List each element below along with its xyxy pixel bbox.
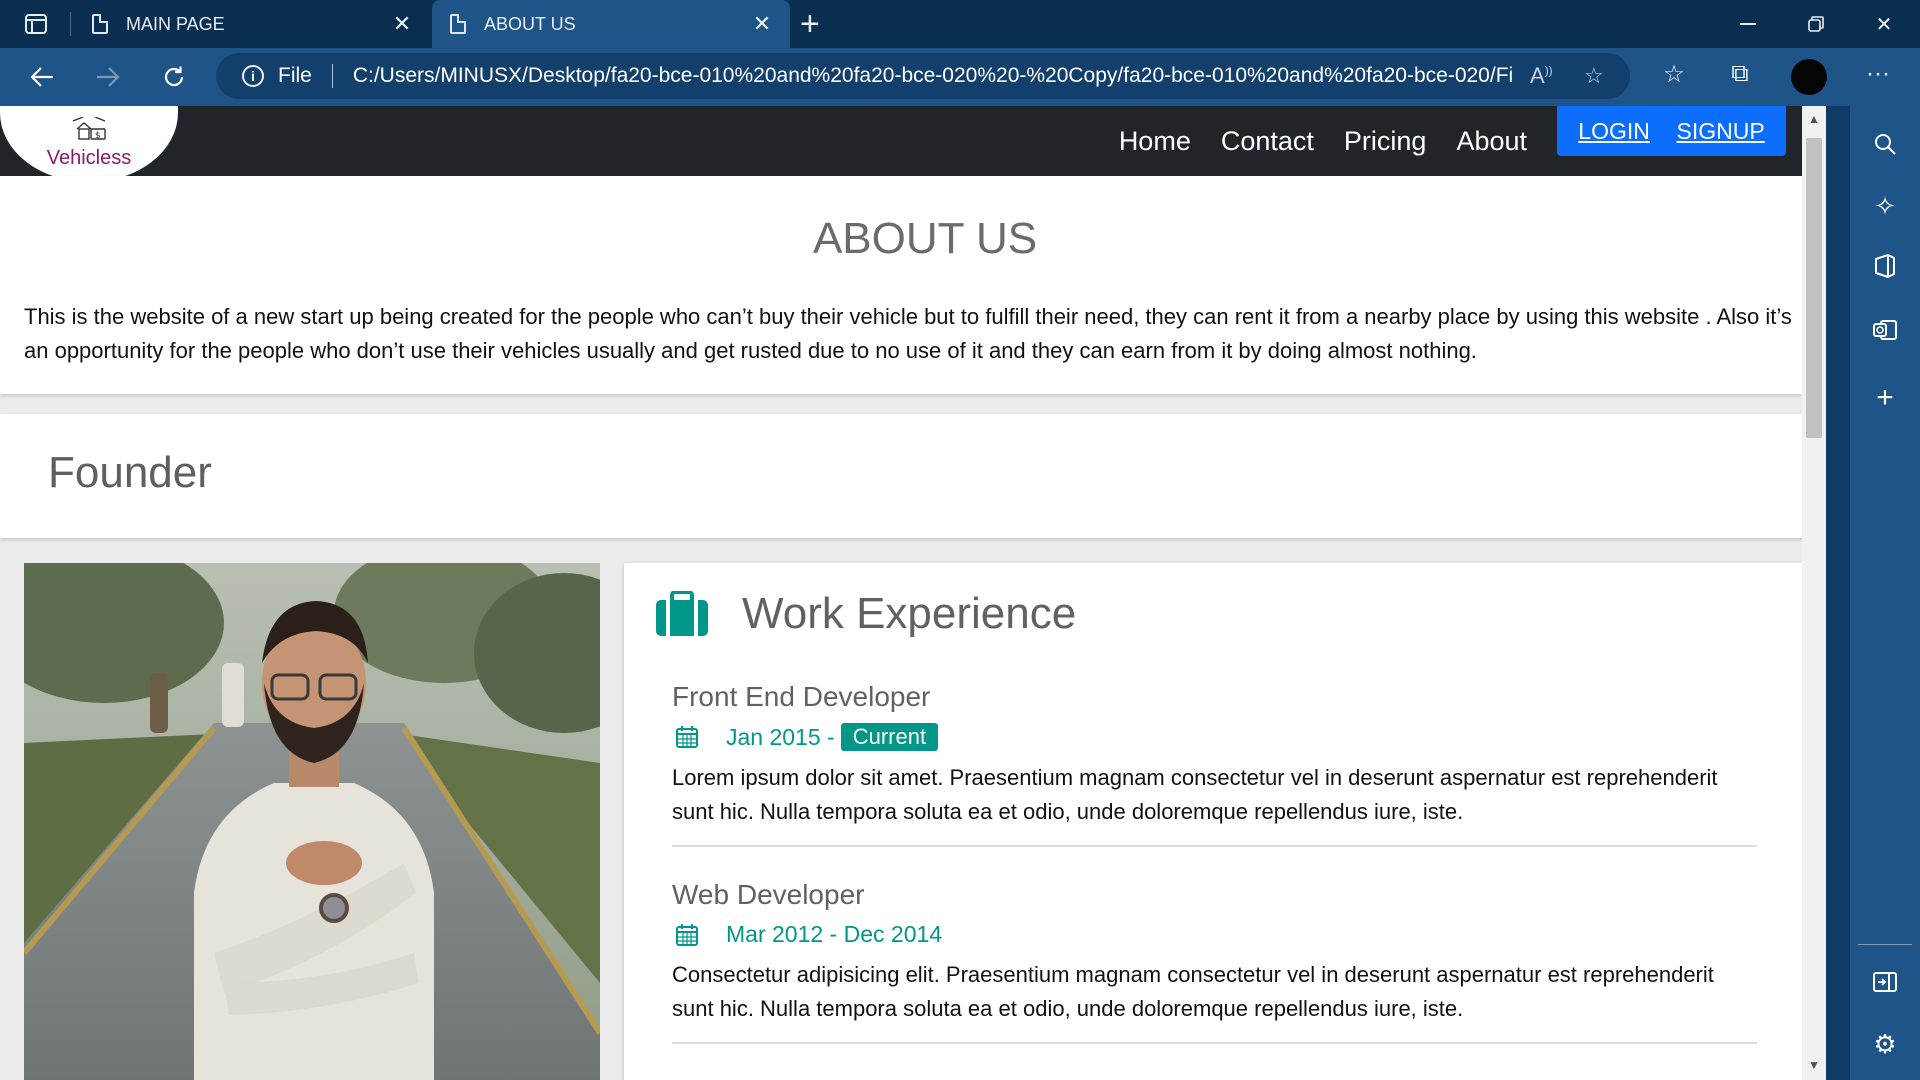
nav-pricing[interactable]: Pricing [1329,126,1442,157]
calendar-icon [676,923,698,946]
close-tab-icon[interactable]: ✕ [390,11,414,37]
tab-actions-icon[interactable] [18,10,54,38]
svg-text:$: $ [95,131,101,141]
nav-contact[interactable]: Contact [1206,126,1329,157]
job-date-row: Mar 2012 - Dec 2014 [672,921,1757,948]
document-icon [92,14,108,34]
job-date-row: Jan 2015 - Current [672,723,1757,751]
founder-section: Founder [0,414,1826,538]
favorites-icon[interactable]: ☆ [1654,60,1694,89]
divider [672,845,1757,847]
add-favorite-icon[interactable]: ☆ [1584,63,1604,89]
close-tab-icon[interactable]: ✕ [750,11,774,37]
hide-sidebar-icon[interactable] [1865,962,1905,1002]
tab-separator [70,12,71,36]
sidebar-settings-gear-icon[interactable]: ⚙ [1865,1024,1905,1064]
founder-title: Founder [48,448,212,497]
site-logo[interactable]: $ Vehicless [0,106,178,182]
refresh-icon[interactable] [154,59,194,95]
work-title: Work Experience [742,589,1077,638]
job-description: Consectetur adipisicing elit. Praesentiu… [672,962,1714,1021]
job-title: Web Developer [672,879,865,910]
profile-avatar[interactable] [1791,59,1827,95]
tab-main-page[interactable]: MAIN PAGE ✕ [74,0,430,48]
new-tab-icon[interactable]: + [800,6,820,42]
about-description: This is the website of a new start up be… [24,304,1792,363]
nav-home[interactable]: Home [1104,126,1206,157]
office-icon[interactable] [1865,246,1905,286]
page-scrollbar[interactable]: ▲ ▼ [1802,106,1826,1080]
divider [672,1042,1757,1044]
browser-sidebar: ✧ + ⚙ [1850,106,1920,1080]
add-sidebar-app-icon[interactable]: + [1865,378,1905,418]
logo-text: Vehicless [46,147,132,169]
tab-strip: MAIN PAGE ✕ ABOUT US ✕ + ✕ [0,0,1920,48]
outlook-icon[interactable] [1865,310,1905,350]
scroll-thumb[interactable] [1806,138,1822,438]
job-date: Jan 2015 - [726,723,835,750]
house-car-icon: $ [72,117,106,141]
login-link[interactable]: LOGIN [1578,118,1650,145]
close-window-icon[interactable]: ✕ [1850,0,1918,48]
info-icon[interactable]: i [242,65,264,87]
job-title: Front End Developer [672,681,931,712]
forward-icon[interactable] [88,59,128,95]
scroll-down-arrow-icon[interactable]: ▼ [1808,1058,1820,1072]
nav-about[interactable]: About [1441,126,1542,157]
auth-buttons: LOGIN SIGNUP [1557,106,1786,156]
about-section: ABOUT US This is the website of a new st… [0,176,1802,394]
restore-icon[interactable] [1782,0,1850,48]
about-title: ABOUT US [812,214,1038,263]
job-item: Front End Developer Jan 2015 - Current L… [672,681,1757,847]
founder-photo [24,563,600,1080]
address-bar[interactable]: i File C:/Users/MINUSX/Desktop/fa20-bce-… [216,53,1630,99]
url-text[interactable]: C:/Users/MINUSX/Desktop/fa20-bce-010%20a… [353,64,1513,88]
sidebar-separator [1858,944,1912,945]
current-badge: Current [840,723,939,751]
search-icon[interactable] [1865,124,1905,164]
address-separator [331,64,333,88]
document-icon [450,14,466,34]
tab-about-us[interactable]: ABOUT US ✕ [432,0,790,48]
copilot-sparkle-icon[interactable]: ✧ [1865,186,1905,226]
site-navbar: $ Vehicless Home Contact Pricing About L… [0,106,1802,182]
read-aloud-icon[interactable]: A)) [1530,63,1553,89]
briefcase-icon [656,591,708,636]
back-icon[interactable] [22,59,62,95]
calendar-icon [676,726,698,748]
signup-link[interactable]: SIGNUP [1676,118,1764,145]
address-toolbar: i File C:/Users/MINUSX/Desktop/fa20-bce-… [0,48,1920,106]
job-date: Mar 2012 - Dec 2014 [726,921,943,947]
job-description: Lorem ipsum dolor sit amet. Praesentium … [672,765,1718,824]
job-item: Web Developer Mar 2012 - Dec 2014 Consec… [672,879,1757,1044]
more-menu-icon[interactable]: ··· [1858,60,1898,88]
work-header: Work Experience [654,589,1076,639]
work-experience-card: Work Experience Front End Developer Jan … [624,563,1802,1080]
tab-title: MAIN PAGE [126,13,225,34]
collections-icon[interactable]: ⧉ [1720,60,1760,88]
site-nav-links: Home Contact Pricing About [1104,106,1542,176]
tab-title: ABOUT US [484,13,576,34]
scheme-label: File [278,64,312,87]
scroll-up-arrow-icon[interactable]: ▲ [1808,112,1820,126]
page-viewport: $ Vehicless Home Contact Pricing About L… [0,106,1826,1080]
minimize-icon[interactable] [1714,0,1782,48]
